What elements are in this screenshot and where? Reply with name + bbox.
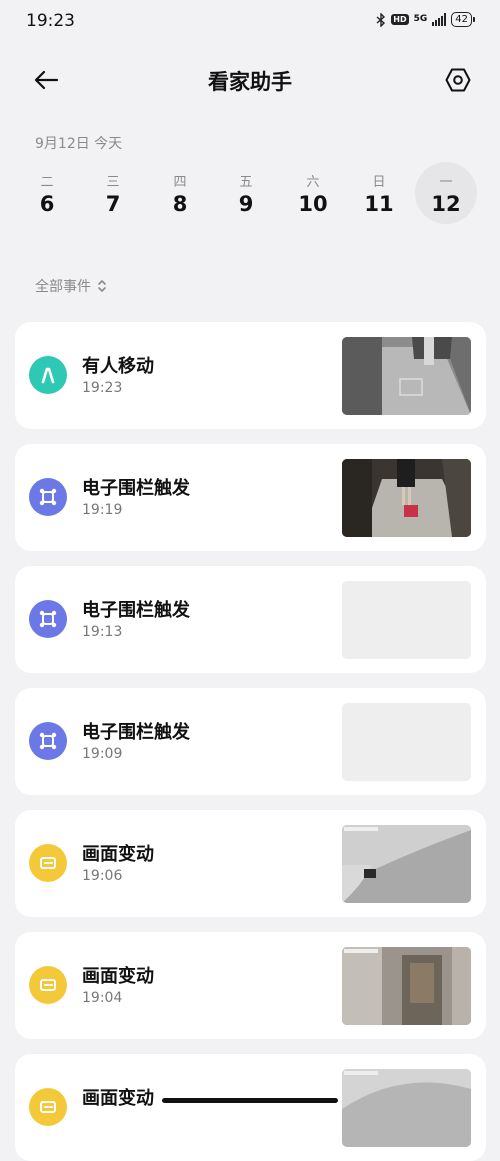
person-walking-icon xyxy=(29,356,67,394)
day-weekday: 日 xyxy=(372,175,386,190)
event-title: 有人移动 xyxy=(82,356,154,377)
day-number: 10 xyxy=(298,192,328,216)
event-card[interactable]: 画面变动 19:04 xyxy=(15,932,486,1039)
event-card[interactable]: 电子围栏触发 19:19 xyxy=(15,444,486,551)
day-number: 7 xyxy=(105,192,121,216)
hexagon-settings-icon xyxy=(445,68,471,92)
day-tab[interactable]: 日 11 xyxy=(348,162,410,224)
ceiling-camera-thumbnail[interactable] xyxy=(342,1069,471,1147)
day-weekday: 五 xyxy=(239,175,253,190)
event-title: 电子围栏触发 xyxy=(82,600,190,621)
fence-frame-icon xyxy=(29,600,67,638)
event-card[interactable]: 电子围栏触发 19:13 xyxy=(15,566,486,673)
event-title: 画面变动 xyxy=(82,844,154,865)
wall-camera-thumbnail[interactable] xyxy=(342,825,471,903)
day-number: 9 xyxy=(238,192,254,216)
day-tab[interactable]: 四 8 xyxy=(149,162,211,224)
day-weekday: 一 xyxy=(439,175,453,190)
battery-icon: 42 xyxy=(451,12,475,27)
fence-frame-icon xyxy=(29,478,67,516)
fence-frame-icon xyxy=(29,722,67,760)
day-number: 6 xyxy=(39,192,55,216)
event-time: 19:19 xyxy=(82,502,123,518)
chevron-up-down-icon xyxy=(98,280,106,292)
day-tab[interactable]: 三 7 xyxy=(82,162,144,224)
event-title: 画面变动 xyxy=(82,966,154,987)
day-weekday: 四 xyxy=(173,175,187,190)
event-time: 19:23 xyxy=(82,380,123,396)
day-tab[interactable]: 五 9 xyxy=(215,162,277,224)
screen-change-icon xyxy=(29,1088,67,1126)
day-tab-selected[interactable]: 一 12 xyxy=(415,162,477,224)
event-card[interactable]: 画面变动 xyxy=(15,1054,486,1161)
event-filter-dropdown[interactable]: 全部事件 xyxy=(35,276,107,296)
event-card[interactable]: 画面变动 19:06 xyxy=(15,810,486,917)
event-filter-label: 全部事件 xyxy=(35,279,91,295)
day-tab[interactable]: 六 10 xyxy=(282,162,344,224)
event-time: 19:09 xyxy=(82,746,123,762)
event-title: 电子围栏触发 xyxy=(82,478,190,499)
day-weekday: 三 xyxy=(106,175,120,190)
day-tab[interactable]: 二 6 xyxy=(16,162,78,224)
network-label: 5G xyxy=(413,14,428,24)
empty-thumbnail[interactable] xyxy=(342,703,471,781)
event-title: 画面变动 xyxy=(82,1088,154,1109)
doorway-camera-thumbnail[interactable] xyxy=(342,947,471,1025)
date-label: 9月12日 今天 xyxy=(35,136,123,152)
screen-change-icon xyxy=(29,966,67,1004)
signal-icon xyxy=(432,13,447,26)
corridor-camera-thumbnail[interactable] xyxy=(342,337,471,415)
hd-badge: HD xyxy=(391,14,409,25)
event-time: 19:13 xyxy=(82,624,123,640)
day-number: 8 xyxy=(172,192,188,216)
event-title: 电子围栏触发 xyxy=(82,722,190,743)
week-selector: 二 6 三 7 四 8 五 9 六 10 日 11 一 12 xyxy=(14,162,486,228)
day-number: 11 xyxy=(364,192,394,216)
event-card[interactable]: 有人移动 19:23 xyxy=(15,322,486,429)
status-bar: 19:23 HD 5G 42 xyxy=(0,0,500,46)
day-number: 12 xyxy=(431,192,461,216)
day-weekday: 六 xyxy=(306,175,320,190)
screen-change-icon xyxy=(29,844,67,882)
header: 看家助手 xyxy=(0,56,500,104)
status-time: 19:23 xyxy=(26,11,75,31)
home-indicator[interactable] xyxy=(162,1098,338,1103)
event-card[interactable]: 电子围栏触发 19:09 xyxy=(15,688,486,795)
day-weekday: 二 xyxy=(40,175,54,190)
person-with-suitcase-thumbnail[interactable] xyxy=(342,459,471,537)
event-time: 19:06 xyxy=(82,868,123,884)
event-time: 19:04 xyxy=(82,990,123,1006)
status-icons: HD 5G 42 xyxy=(376,12,475,27)
settings-button[interactable] xyxy=(442,64,474,96)
page-title: 看家助手 xyxy=(208,70,292,94)
empty-thumbnail[interactable] xyxy=(342,581,471,659)
bluetooth-icon xyxy=(376,12,386,27)
